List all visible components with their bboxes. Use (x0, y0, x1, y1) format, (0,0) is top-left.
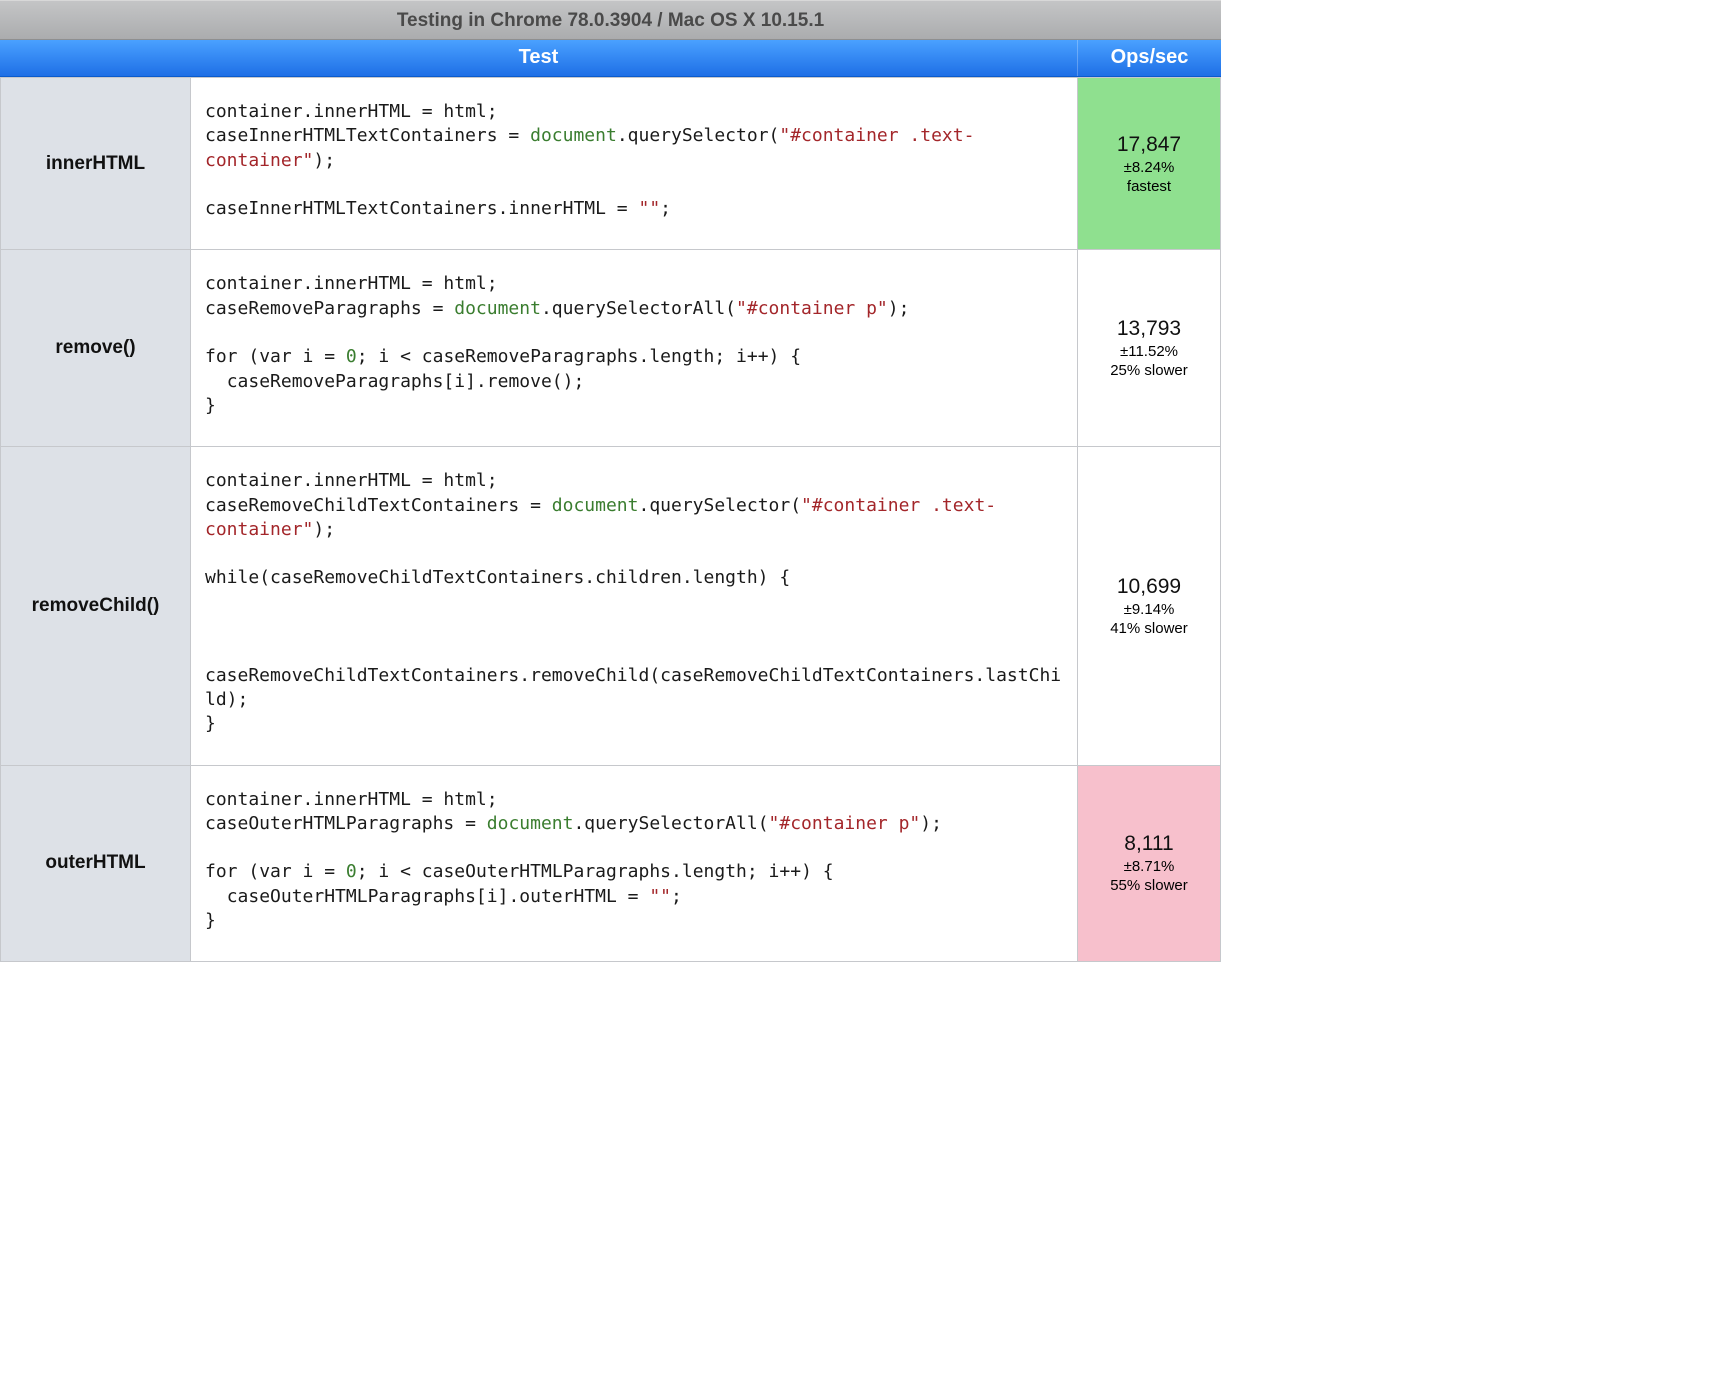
test-code: container.innerHTML = html; caseRemoveCh… (191, 447, 1078, 765)
ops-cell: 10,699 ±9.14% 41% slower (1078, 447, 1221, 765)
ops-error: ±8.24% (1084, 159, 1214, 176)
ops-cell: 13,793 ±11.52% 25% slower (1078, 250, 1221, 447)
ops-error: ±11.52% (1084, 343, 1214, 360)
test-code: container.innerHTML = html; caseInnerHTM… (191, 78, 1078, 250)
title-bar: Testing in Chrome 78.0.3904 / Mac OS X 1… (0, 0, 1221, 40)
benchmark-panel: Testing in Chrome 78.0.3904 / Mac OS X 1… (0, 0, 1221, 962)
results-table: innerHTMLcontainer.innerHTML = html; cas… (0, 77, 1221, 962)
test-code: container.innerHTML = html; caseRemovePa… (191, 250, 1078, 447)
ops-cell: 8,111 ±8.71% 55% slower (1078, 765, 1221, 962)
ops-error: ±9.14% (1084, 601, 1214, 618)
code-block: container.innerHTML = html; caseRemovePa… (205, 272, 1063, 418)
ops-cell: 17,847 ±8.24% fastest (1078, 78, 1221, 250)
header-test: Test (0, 40, 1078, 76)
table-header: Test Ops/sec (0, 40, 1221, 77)
test-name: remove() (1, 250, 191, 447)
table-row: outerHTMLcontainer.innerHTML = html; cas… (1, 765, 1221, 962)
test-name: innerHTML (1, 78, 191, 250)
ops-value: 13,793 (1084, 317, 1214, 341)
ops-note: 25% slower (1084, 362, 1214, 379)
test-name: outerHTML (1, 765, 191, 962)
table-row: innerHTMLcontainer.innerHTML = html; cas… (1, 78, 1221, 250)
ops-note: fastest (1084, 178, 1214, 195)
code-block: container.innerHTML = html; caseRemoveCh… (205, 469, 1063, 736)
ops-value: 17,847 (1084, 133, 1214, 157)
ops-value: 10,699 (1084, 575, 1214, 599)
table-row: remove()container.innerHTML = html; case… (1, 250, 1221, 447)
ops-note: 41% slower (1084, 620, 1214, 637)
title-text: Testing in Chrome 78.0.3904 / Mac OS X 1… (397, 10, 824, 31)
ops-note: 55% slower (1084, 877, 1214, 894)
header-ops: Ops/sec (1078, 40, 1221, 76)
test-name: removeChild() (1, 447, 191, 765)
code-block: container.innerHTML = html; caseInnerHTM… (205, 100, 1063, 221)
test-code: container.innerHTML = html; caseOuterHTM… (191, 765, 1078, 962)
code-block: container.innerHTML = html; caseOuterHTM… (205, 788, 1063, 934)
ops-error: ±8.71% (1084, 858, 1214, 875)
table-row: removeChild()container.innerHTML = html;… (1, 447, 1221, 765)
ops-value: 8,111 (1084, 832, 1214, 856)
